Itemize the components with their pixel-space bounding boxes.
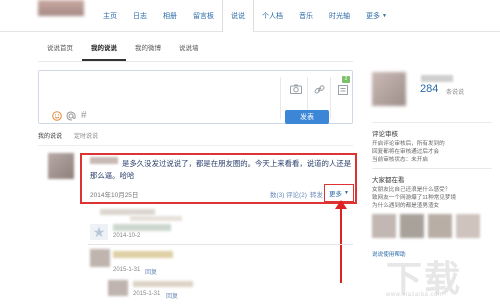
feed-tab-bar: 我的说说 定时说说 xyxy=(38,130,353,146)
review-line: 开启评论审核后，所有发到的 xyxy=(372,141,445,147)
nav-profile[interactable]: 个人档 xyxy=(254,0,291,32)
watermark-url: www.xiazaiba.com xyxy=(386,292,444,298)
divider xyxy=(372,122,492,123)
comment-blur xyxy=(113,251,173,258)
shuoshuo-count-label: 条说说 xyxy=(446,90,465,96)
profile-avatar[interactable] xyxy=(372,72,406,106)
nav-blog[interactable]: 日志 xyxy=(125,0,155,32)
link-icon[interactable] xyxy=(311,81,327,97)
hot-link[interactable]: 致网友一个网游爆了11种常见梦境 xyxy=(372,194,456,202)
composer-divider xyxy=(330,77,331,119)
comment-date: 2015-1-31 xyxy=(113,267,141,273)
nav-home-label: 主页 xyxy=(103,13,117,20)
nav-album-label: 相册 xyxy=(163,13,177,20)
review-line: 回复都将在审核通过后才会 xyxy=(372,149,440,155)
comment-date: 2014-10-2 xyxy=(113,233,141,239)
review-title: 评论审核 xyxy=(372,131,398,138)
chevron-down-icon: ▼ xyxy=(382,13,387,19)
publish-button[interactable]: 发表 xyxy=(285,110,329,124)
post-content: 是多久没发过说说了，都是在朋友圈的。今天上来看看，说道的人还是那么逼。哈哈 xyxy=(90,159,352,180)
music-count-badge: 2 xyxy=(342,76,350,83)
comment-button[interactable]: 评论(2) xyxy=(286,189,307,199)
nav-shuoshuo[interactable]: 说说 xyxy=(222,0,254,32)
subtab-bar: 说说首页 我的说说 我的微博 说说墙 xyxy=(38,40,353,62)
post-date: 2014年10月25日 xyxy=(90,192,139,199)
tab-shuoshuo-home[interactable]: 说说首页 xyxy=(38,40,82,61)
comment-blur xyxy=(133,281,193,287)
commenter-avatar[interactable] xyxy=(90,249,110,267)
reply-button[interactable]: 回复 xyxy=(166,291,178,300)
nav-more[interactable]: 更多 ▼ xyxy=(358,0,395,32)
nav-profile-label: 个人档 xyxy=(262,13,283,20)
nav-message-board[interactable]: 留言板 xyxy=(185,0,222,32)
nav-message-board-label: 留言板 xyxy=(193,13,214,20)
comment-date: 2015-1-31 xyxy=(133,291,161,297)
tab-scheduled-posts[interactable]: 定时说说 xyxy=(74,130,110,145)
friend-thumbnail[interactable] xyxy=(400,214,424,238)
top-navigation: 主页 日志 相册 留言板 说说 个人档 音乐 时光轴 更多 ▼ xyxy=(0,0,500,32)
hot-link[interactable]: 为什么遇到的都是渣男渣女 xyxy=(372,202,439,210)
nav-blog-label: 日志 xyxy=(133,13,147,20)
commenter-avatar[interactable] xyxy=(108,280,128,296)
nav-music[interactable]: 音乐 xyxy=(291,0,321,32)
composer-divider xyxy=(280,77,281,119)
hot-link[interactable]: 女朋友比自己还浪是什么感受？ xyxy=(372,186,450,194)
emoji-icon[interactable] xyxy=(52,111,62,123)
divider xyxy=(372,168,492,169)
views-button[interactable]: 数(3) xyxy=(270,189,284,199)
nav-more-label: 更多 xyxy=(366,13,380,20)
tab-my-weibo[interactable]: 我的微博 xyxy=(126,40,170,61)
nav-home[interactable]: 主页 xyxy=(95,0,125,32)
nav-shuoshuo-label: 说说 xyxy=(231,13,245,20)
hot-title: 大家都在看 xyxy=(372,177,405,184)
profile-name[interactable] xyxy=(421,75,453,82)
chevron-down-icon: ▼ xyxy=(344,190,349,196)
at-icon[interactable] xyxy=(66,111,76,123)
post-avatar[interactable] xyxy=(48,153,74,179)
friend-thumbnail[interactable] xyxy=(456,214,480,238)
nav-timeline-label: 时光轴 xyxy=(329,13,350,20)
friend-thumbnail[interactable] xyxy=(372,214,396,238)
tab-my-shuoshuo[interactable]: 我的说说 xyxy=(82,40,126,61)
comment-blur xyxy=(130,216,182,221)
reply-button[interactable]: 回复 xyxy=(145,267,157,276)
tab-my-posts[interactable]: 我的说说 xyxy=(38,130,74,145)
tab-shuoshuo-wall[interactable]: 说说墙 xyxy=(170,40,208,61)
more-label: 更多 xyxy=(329,191,343,198)
divider xyxy=(88,244,353,245)
review-status: 当前审核状态：未开启 xyxy=(372,157,428,163)
music-icon[interactable] xyxy=(335,81,351,97)
topic-hash-icon[interactable]: # xyxy=(81,110,87,121)
friend-thumbnail[interactable] xyxy=(428,214,452,238)
comment-blur xyxy=(100,209,155,215)
star-icon[interactable]: ★ xyxy=(90,224,108,240)
forward-button[interactable]: 转发 xyxy=(310,189,323,199)
site-watermark: 下载 www.xiazaiba.com xyxy=(378,250,496,302)
nav-timeline[interactable]: 时光轴 xyxy=(321,0,358,32)
shuoshuo-count[interactable]: 284 xyxy=(420,83,438,95)
camera-icon[interactable] xyxy=(288,81,304,97)
main-nav: 主页 日志 相册 留言板 说说 个人档 音乐 时光轴 更多 ▼ xyxy=(95,0,395,32)
nav-music-label: 音乐 xyxy=(299,13,313,20)
comment-blur xyxy=(113,224,171,231)
user-avatar[interactable] xyxy=(38,0,84,16)
nav-album[interactable]: 相册 xyxy=(155,0,185,32)
